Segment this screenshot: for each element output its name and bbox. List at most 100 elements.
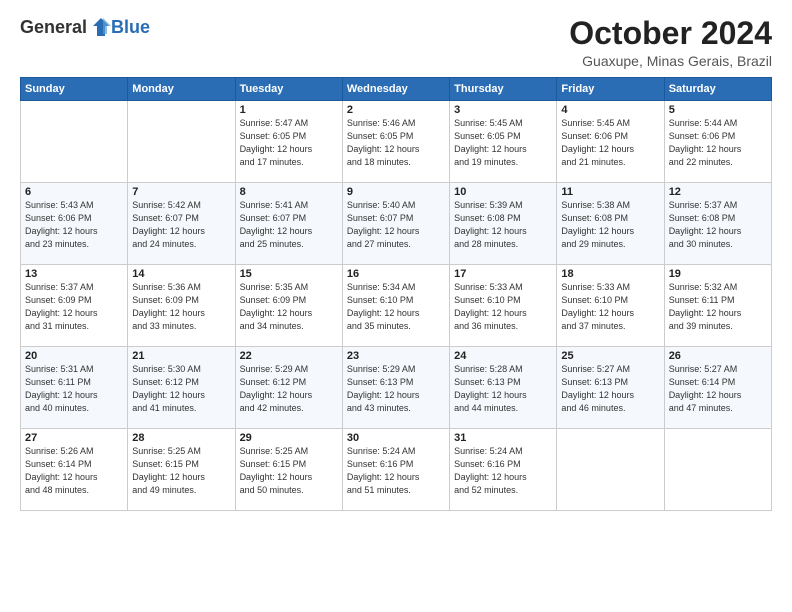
calendar-cell: 21Sunrise: 5:30 AMSunset: 6:12 PMDayligh… xyxy=(128,347,235,429)
day-info: Sunrise: 5:47 AMSunset: 6:05 PMDaylight:… xyxy=(240,117,338,169)
header: General Blue October 2024 Guaxupe, Minas… xyxy=(20,16,772,69)
day-info: Sunrise: 5:29 AMSunset: 6:13 PMDaylight:… xyxy=(347,363,445,415)
day-info: Sunrise: 5:30 AMSunset: 6:12 PMDaylight:… xyxy=(132,363,230,415)
calendar-cell: 10Sunrise: 5:39 AMSunset: 6:08 PMDayligh… xyxy=(450,183,557,265)
day-number: 22 xyxy=(240,350,338,362)
calendar-cell: 24Sunrise: 5:28 AMSunset: 6:13 PMDayligh… xyxy=(450,347,557,429)
day-info: Sunrise: 5:27 AMSunset: 6:13 PMDaylight:… xyxy=(561,363,659,415)
day-info: Sunrise: 5:29 AMSunset: 6:12 PMDaylight:… xyxy=(240,363,338,415)
day-number: 13 xyxy=(25,268,123,280)
day-number: 3 xyxy=(454,104,552,116)
calendar-cell xyxy=(664,429,771,511)
day-number: 14 xyxy=(132,268,230,280)
calendar-cell: 5Sunrise: 5:44 AMSunset: 6:06 PMDaylight… xyxy=(664,101,771,183)
title-block: October 2024 Guaxupe, Minas Gerais, Braz… xyxy=(569,16,772,69)
day-number: 9 xyxy=(347,186,445,198)
day-info: Sunrise: 5:46 AMSunset: 6:05 PMDaylight:… xyxy=(347,117,445,169)
calendar-cell: 18Sunrise: 5:33 AMSunset: 6:10 PMDayligh… xyxy=(557,265,664,347)
calendar-cell: 15Sunrise: 5:35 AMSunset: 6:09 PMDayligh… xyxy=(235,265,342,347)
calendar-cell: 26Sunrise: 5:27 AMSunset: 6:14 PMDayligh… xyxy=(664,347,771,429)
calendar-cell: 23Sunrise: 5:29 AMSunset: 6:13 PMDayligh… xyxy=(342,347,449,429)
day-number: 29 xyxy=(240,432,338,444)
day-number: 24 xyxy=(454,350,552,362)
day-number: 1 xyxy=(240,104,338,116)
day-info: Sunrise: 5:28 AMSunset: 6:13 PMDaylight:… xyxy=(454,363,552,415)
calendar-week-4: 20Sunrise: 5:31 AMSunset: 6:11 PMDayligh… xyxy=(21,347,772,429)
day-info: Sunrise: 5:34 AMSunset: 6:10 PMDaylight:… xyxy=(347,281,445,333)
calendar-cell: 25Sunrise: 5:27 AMSunset: 6:13 PMDayligh… xyxy=(557,347,664,429)
day-info: Sunrise: 5:36 AMSunset: 6:09 PMDaylight:… xyxy=(132,281,230,333)
calendar-header-thursday: Thursday xyxy=(450,78,557,101)
calendar-cell: 11Sunrise: 5:38 AMSunset: 6:08 PMDayligh… xyxy=(557,183,664,265)
calendar-cell: 6Sunrise: 5:43 AMSunset: 6:06 PMDaylight… xyxy=(21,183,128,265)
calendar-header-row: SundayMondayTuesdayWednesdayThursdayFrid… xyxy=(21,78,772,101)
calendar-cell: 28Sunrise: 5:25 AMSunset: 6:15 PMDayligh… xyxy=(128,429,235,511)
day-number: 2 xyxy=(347,104,445,116)
day-number: 8 xyxy=(240,186,338,198)
calendar-cell: 22Sunrise: 5:29 AMSunset: 6:12 PMDayligh… xyxy=(235,347,342,429)
day-number: 30 xyxy=(347,432,445,444)
day-number: 15 xyxy=(240,268,338,280)
day-number: 25 xyxy=(561,350,659,362)
calendar-cell: 12Sunrise: 5:37 AMSunset: 6:08 PMDayligh… xyxy=(664,183,771,265)
calendar-cell: 13Sunrise: 5:37 AMSunset: 6:09 PMDayligh… xyxy=(21,265,128,347)
day-info: Sunrise: 5:39 AMSunset: 6:08 PMDaylight:… xyxy=(454,199,552,251)
day-number: 11 xyxy=(561,186,659,198)
calendar-week-5: 27Sunrise: 5:26 AMSunset: 6:14 PMDayligh… xyxy=(21,429,772,511)
day-number: 28 xyxy=(132,432,230,444)
calendar-header-friday: Friday xyxy=(557,78,664,101)
calendar-header-saturday: Saturday xyxy=(664,78,771,101)
month-title: October 2024 xyxy=(569,16,772,51)
calendar-cell xyxy=(557,429,664,511)
day-number: 17 xyxy=(454,268,552,280)
day-info: Sunrise: 5:44 AMSunset: 6:06 PMDaylight:… xyxy=(669,117,767,169)
day-number: 23 xyxy=(347,350,445,362)
day-number: 16 xyxy=(347,268,445,280)
calendar-header-monday: Monday xyxy=(128,78,235,101)
day-number: 12 xyxy=(669,186,767,198)
calendar-cell: 4Sunrise: 5:45 AMSunset: 6:06 PMDaylight… xyxy=(557,101,664,183)
calendar-cell: 30Sunrise: 5:24 AMSunset: 6:16 PMDayligh… xyxy=(342,429,449,511)
day-info: Sunrise: 5:42 AMSunset: 6:07 PMDaylight:… xyxy=(132,199,230,251)
day-info: Sunrise: 5:24 AMSunset: 6:16 PMDaylight:… xyxy=(347,445,445,497)
calendar-cell: 14Sunrise: 5:36 AMSunset: 6:09 PMDayligh… xyxy=(128,265,235,347)
day-info: Sunrise: 5:25 AMSunset: 6:15 PMDaylight:… xyxy=(132,445,230,497)
calendar-cell: 29Sunrise: 5:25 AMSunset: 6:15 PMDayligh… xyxy=(235,429,342,511)
day-info: Sunrise: 5:43 AMSunset: 6:06 PMDaylight:… xyxy=(25,199,123,251)
calendar-cell: 31Sunrise: 5:24 AMSunset: 6:16 PMDayligh… xyxy=(450,429,557,511)
day-number: 20 xyxy=(25,350,123,362)
calendar-week-2: 6Sunrise: 5:43 AMSunset: 6:06 PMDaylight… xyxy=(21,183,772,265)
calendar-cell: 27Sunrise: 5:26 AMSunset: 6:14 PMDayligh… xyxy=(21,429,128,511)
day-number: 31 xyxy=(454,432,552,444)
day-number: 4 xyxy=(561,104,659,116)
day-info: Sunrise: 5:37 AMSunset: 6:08 PMDaylight:… xyxy=(669,199,767,251)
day-number: 27 xyxy=(25,432,123,444)
calendar: SundayMondayTuesdayWednesdayThursdayFrid… xyxy=(20,77,772,511)
calendar-cell: 2Sunrise: 5:46 AMSunset: 6:05 PMDaylight… xyxy=(342,101,449,183)
calendar-cell: 20Sunrise: 5:31 AMSunset: 6:11 PMDayligh… xyxy=(21,347,128,429)
calendar-cell: 9Sunrise: 5:40 AMSunset: 6:07 PMDaylight… xyxy=(342,183,449,265)
calendar-header-sunday: Sunday xyxy=(21,78,128,101)
day-number: 26 xyxy=(669,350,767,362)
logo-blue: Blue xyxy=(111,17,150,38)
day-info: Sunrise: 5:45 AMSunset: 6:06 PMDaylight:… xyxy=(561,117,659,169)
day-info: Sunrise: 5:32 AMSunset: 6:11 PMDaylight:… xyxy=(669,281,767,333)
calendar-cell: 7Sunrise: 5:42 AMSunset: 6:07 PMDaylight… xyxy=(128,183,235,265)
day-number: 18 xyxy=(561,268,659,280)
calendar-cell: 19Sunrise: 5:32 AMSunset: 6:11 PMDayligh… xyxy=(664,265,771,347)
day-number: 6 xyxy=(25,186,123,198)
day-info: Sunrise: 5:40 AMSunset: 6:07 PMDaylight:… xyxy=(347,199,445,251)
day-number: 10 xyxy=(454,186,552,198)
day-info: Sunrise: 5:33 AMSunset: 6:10 PMDaylight:… xyxy=(454,281,552,333)
day-number: 19 xyxy=(669,268,767,280)
calendar-week-3: 13Sunrise: 5:37 AMSunset: 6:09 PMDayligh… xyxy=(21,265,772,347)
day-info: Sunrise: 5:25 AMSunset: 6:15 PMDaylight:… xyxy=(240,445,338,497)
calendar-cell xyxy=(128,101,235,183)
day-info: Sunrise: 5:26 AMSunset: 6:14 PMDaylight:… xyxy=(25,445,123,497)
day-info: Sunrise: 5:31 AMSunset: 6:11 PMDaylight:… xyxy=(25,363,123,415)
day-info: Sunrise: 5:27 AMSunset: 6:14 PMDaylight:… xyxy=(669,363,767,415)
calendar-cell: 17Sunrise: 5:33 AMSunset: 6:10 PMDayligh… xyxy=(450,265,557,347)
calendar-cell: 1Sunrise: 5:47 AMSunset: 6:05 PMDaylight… xyxy=(235,101,342,183)
calendar-week-1: 1Sunrise: 5:47 AMSunset: 6:05 PMDaylight… xyxy=(21,101,772,183)
logo-icon xyxy=(89,16,111,38)
